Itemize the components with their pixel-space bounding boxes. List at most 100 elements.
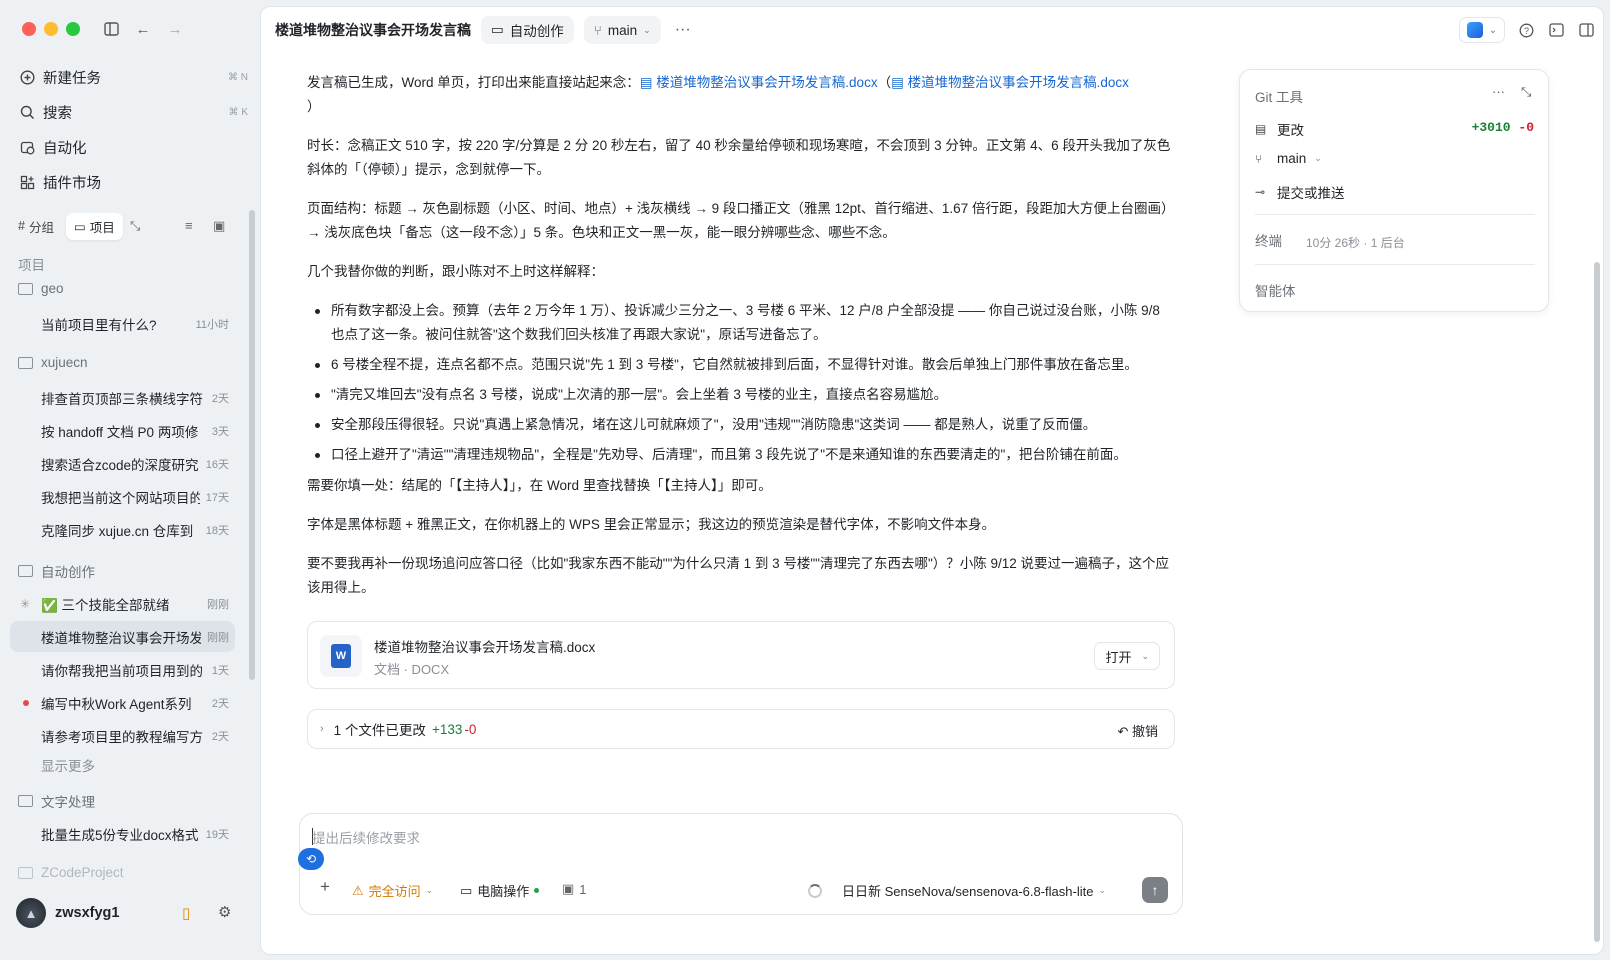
undo-button[interactable]: ↶ 撤销 — [1117, 721, 1158, 740]
app-logo-icon — [1466, 22, 1483, 38]
judgement-list: 所有数字都没上会。预算（去年 2 万今年 1 万）、投诉减少三分之一、3 号楼 … — [307, 299, 1177, 467]
collapse-icon[interactable]: ⤡ — [1521, 84, 1531, 100]
list-item[interactable]: ✳ ✅ 三个技能全部就绪 刚刚 — [10, 588, 235, 619]
list-item[interactable]: 请参考项目里的教程编写方 2天 — [10, 720, 235, 751]
nav-automation[interactable]: 自动化 — [18, 134, 248, 160]
list-item[interactable]: 我想把当前这个网站项目的 17天 — [10, 481, 235, 512]
collapse-icon[interactable]: ⤡ — [130, 218, 140, 234]
file-link[interactable]: ▤ 楼道堆物整治议事会开场发言稿.docx — [891, 75, 1129, 90]
context-count-button[interactable]: ▣ 1 — [562, 881, 587, 897]
arrow-up-icon: ↑ — [1151, 882, 1159, 898]
monitor-icon: ▭ — [460, 882, 473, 898]
list-item[interactable]: 批量生成5份专业docx格式 19天 — [10, 818, 235, 849]
panel-title: Git 工具 — [1255, 90, 1304, 105]
item-time: 18天 — [205, 524, 229, 537]
branch-chip[interactable]: ⑂ main ⌄ — [583, 16, 661, 44]
git-branch-row[interactable]: ⑂ main ⌄ — [1255, 151, 1322, 166]
forward-arrow-icon[interactable]: → — [166, 20, 184, 38]
file-link[interactable]: ▤ 楼道堆物整治议事会开场发言稿.docx — [640, 75, 878, 90]
terminal-panel-icon[interactable] — [1547, 21, 1565, 39]
file-type: 文档 · DOCX — [374, 662, 450, 677]
list-item[interactable]: 请你帮我把当前项目用到的 1天 — [10, 654, 235, 685]
terminal-label[interactable]: 终端 — [1255, 230, 1282, 250]
chevron-down-icon: ⌄ — [1098, 885, 1106, 895]
git-commit-row[interactable]: ⊸ 提交或推送 — [1255, 182, 1345, 202]
list-item[interactable]: 按 handoff 文档 P0 两项修 3天 — [10, 415, 235, 446]
user-profile[interactable]: ▲ zwsxfyg1 — [16, 890, 246, 936]
button-label: 撤销 — [1131, 724, 1158, 739]
seg-label: 分组 — [28, 220, 54, 235]
project-group-xujuecn[interactable]: xujuecn — [18, 355, 88, 370]
git-diff-stats: +3010 -0 — [1472, 120, 1534, 135]
item-time: 2天 — [211, 392, 229, 405]
more-icon[interactable]: ··· — [1492, 84, 1505, 99]
list-item[interactable]: 排查首页顶部三条横线字符 2天 — [10, 382, 235, 413]
app-window: ← → 新建任务 ⌘ N 搜索 ⌘ K 自动化 插件市场 # 分组 ▭ 项目 ⤡ ≡… — [0, 0, 1610, 960]
main-panel: 楼道堆物整治议事会开场发言稿 ▭ 自动创作 ⑂ main ⌄ ··· ⌄ ? 发言稿已… — [260, 6, 1604, 955]
close-window-button[interactable] — [22, 22, 36, 36]
show-more-link[interactable]: 显示更多 — [41, 755, 95, 775]
folder-label: 自动创作 — [509, 24, 564, 39]
list-item-selected[interactable]: 楼道堆物整治议事会开场发 刚刚 — [10, 621, 235, 652]
agent-label[interactable]: 智能体 — [1255, 280, 1296, 300]
nav-search[interactable]: 搜索 ⌘ K — [18, 99, 248, 125]
nav-new-task[interactable]: 新建任务 ⌘ N — [18, 64, 248, 90]
sidebar-toggle-icon[interactable] — [102, 20, 120, 38]
nav-plugin-market[interactable]: 插件市场 — [18, 169, 248, 195]
assistant-bubble-icon[interactable]: ⟲ — [298, 848, 324, 870]
text: （ — [877, 75, 892, 90]
folder-icon — [18, 282, 33, 295]
list-item[interactable]: 当前项目里有什么? 11小时 — [10, 308, 235, 339]
device-icon[interactable]: ▯ — [182, 904, 190, 922]
avatar: ▲ — [16, 898, 46, 928]
changed-files-bar[interactable]: › 1 个文件已更改 +133 -0 ↶ 撤销 — [307, 709, 1175, 749]
list-item[interactable]: 搜索适合zcode的深度研究 16天 — [10, 448, 235, 479]
message-paragraph: 页面结构：标题 → 灰色副标题（小区、时间、地点）+ 浅灰横线 → 9 段口播正… — [307, 201, 1175, 240]
seg-group-button[interactable]: # 分组 — [10, 213, 62, 240]
maximize-window-button[interactable] — [66, 22, 80, 36]
send-button[interactable]: ↑ — [1142, 877, 1168, 903]
project-group-zcode[interactable]: ZCodeProject — [18, 865, 124, 880]
gear-icon[interactable]: ⚙ — [218, 903, 231, 921]
text: 发言稿已生成，Word 单页，打印出来能直接站起来念： — [307, 75, 640, 90]
more-icon[interactable]: ··· — [675, 21, 691, 39]
filter-icon[interactable]: ≡ — [185, 218, 193, 233]
git-changes-row[interactable]: ▤ 更改 — [1255, 119, 1304, 139]
project-group-auto-create[interactable]: 自动创作 — [18, 561, 95, 581]
main-scrollbar[interactable] — [1594, 262, 1600, 942]
item-title: 搜索适合zcode的深度研究 — [41, 457, 199, 473]
access-mode-button[interactable]: ⚠ 完全访问 ⌄ — [352, 881, 433, 900]
model-label: 日日新 SenseNova/sensenova-6.8-flash-lite — [842, 884, 1094, 899]
seg-project-button[interactable]: ▭ 项目 — [65, 212, 123, 240]
project-group-text[interactable]: 文字处理 — [18, 791, 95, 811]
right-panel-toggle-icon[interactable] — [1577, 21, 1595, 39]
model-selector[interactable]: 日日新 SenseNova/sensenova-6.8-flash-lite ⌄ — [842, 881, 1106, 900]
computer-use-button[interactable]: ▭ 电脑操作 — [460, 881, 540, 900]
chevron-down-icon: ⌄ — [1488, 24, 1498, 36]
project-group-geo[interactable]: geo — [18, 281, 64, 296]
followup-input[interactable]: 提出后续修改要求 — [312, 827, 420, 847]
minimize-window-button[interactable] — [44, 22, 58, 36]
chevron-down-icon: ⌄ — [643, 24, 651, 35]
divider — [1255, 264, 1535, 265]
back-arrow-icon[interactable]: ← — [134, 20, 152, 38]
list-item[interactable]: 编写中秋Work Agent系列 2天 — [10, 687, 235, 718]
list-item[interactable]: 克隆同步 xujue.cn 仓库到 18天 — [10, 514, 235, 545]
archive-icon[interactable]: ▣ — [213, 218, 225, 234]
group-label: 文字处理 — [41, 795, 95, 810]
file-card[interactable]: W 楼道堆物整治议事会开场发言稿.docx 文档 · DOCX 打开 ⌄ — [307, 621, 1175, 689]
open-file-button[interactable]: 打开 ⌄ — [1094, 642, 1160, 670]
unread-dot — [23, 700, 29, 706]
group-label: geo — [41, 281, 64, 296]
button-label: 完全访问 — [368, 884, 421, 899]
item-title: 批量生成5份专业docx格式 — [41, 827, 199, 843]
hash-icon: # — [18, 219, 25, 233]
folder-chip[interactable]: ▭ 自动创作 — [481, 16, 574, 44]
count-label: 1 — [579, 881, 587, 897]
add-attachment-button[interactable]: + — [320, 877, 330, 897]
word-doc-icon: W — [320, 635, 362, 677]
app-switcher-button[interactable]: ⌄ — [1459, 17, 1505, 43]
help-icon[interactable]: ? — [1517, 21, 1535, 39]
message-paragraph: 需要你填一处：结尾的「【主持人】」，在 Word 里查找替换「【主持人】」即可。 — [307, 478, 772, 493]
sidebar-scrollbar[interactable] — [249, 210, 255, 680]
